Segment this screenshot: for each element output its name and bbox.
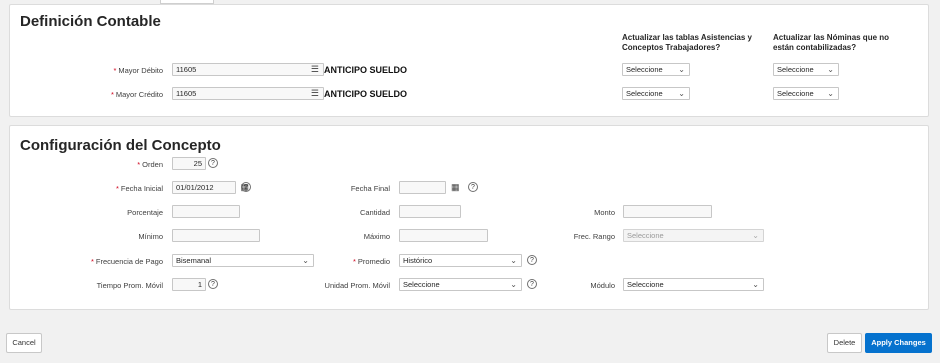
tiempo-prom-movil-label: Tiempo Prom. Móvil (96, 281, 163, 290)
frecuencia-pago-label-text: Frecuencia de Pago (95, 257, 163, 266)
asistencias-heading: Actualizar las tablas Asistencias y Conc… (622, 33, 752, 52)
orden-input[interactable]: 25 (172, 157, 206, 170)
contable-title: Definición Contable (20, 13, 161, 30)
list-icon[interactable]: ☰ (311, 88, 319, 99)
mayor-credito-input[interactable]: 11605 ☰ (172, 87, 324, 100)
mayor-credito-label: * Mayor Crédito (90, 90, 163, 99)
chevron-down-icon: ⌄ (510, 256, 517, 265)
list-icon[interactable]: ☰ (311, 64, 319, 75)
calendar-icon[interactable]: ▦ (451, 182, 460, 193)
frec-rango-label: Frec. Rango (573, 232, 615, 241)
modulo-label: Módulo (590, 281, 615, 290)
chevron-down-icon: ⌄ (827, 89, 834, 98)
help-icon[interactable]: ? (241, 182, 251, 192)
frec-rango-select[interactable]: Seleccione ⌄ (623, 229, 764, 242)
maximo-input[interactable] (399, 229, 488, 242)
nominas-select-debito[interactable]: Seleccione ⌄ (773, 63, 839, 76)
delete-button[interactable]: Delete (827, 333, 862, 353)
promedio-select[interactable]: Histórico ⌄ (399, 254, 522, 267)
tiempo-prom-movil-value: 1 (197, 280, 202, 289)
modulo-value: Seleccione (627, 280, 664, 289)
frecuencia-pago-label: * Frecuencia de Pago (70, 257, 163, 266)
tiempo-prom-movil-input[interactable]: 1 (172, 278, 206, 291)
mayor-debito-label-text: Mayor Débito (118, 66, 163, 75)
cantidad-label: Cantidad (359, 208, 390, 217)
chevron-down-icon: ⌄ (752, 231, 759, 240)
monto-input[interactable] (623, 205, 712, 218)
chevron-down-icon: ⌄ (678, 65, 685, 74)
fecha-final-input[interactable] (399, 181, 446, 194)
apply-changes-button[interactable]: Apply Changes (865, 333, 932, 353)
required-asterisk: * (113, 66, 117, 75)
frecuencia-pago-select[interactable]: Bisemanal ⌄ (172, 254, 314, 267)
modulo-select[interactable]: Seleccione ⌄ (623, 278, 764, 291)
minimo-label: Mínimo (138, 232, 163, 241)
porcentaje-input[interactable] (172, 205, 240, 218)
chevron-down-icon: ⌄ (678, 89, 685, 98)
fecha-final-label: Fecha Final (350, 184, 390, 193)
porcentaje-label: Porcentaje (127, 208, 163, 217)
required-asterisk: * (110, 90, 114, 99)
unidad-prom-movil-label: Unidad Prom. Móvil (324, 281, 390, 290)
mayor-credito-desc: ANTICIPO SUELDO (324, 89, 408, 99)
asistencias-select-debito-value: Seleccione (626, 65, 663, 74)
required-asterisk: * (352, 257, 356, 266)
fecha-inicial-label-text: Fecha Inicial (120, 184, 163, 193)
frec-rango-value: Seleccione (627, 231, 664, 240)
nominas-heading: Actualizar las Nóminas que no están cont… (773, 33, 890, 52)
nominas-select-credito-value: Seleccione (777, 89, 814, 98)
mayor-debito-value: 11605 (176, 65, 197, 74)
required-asterisk: * (115, 184, 119, 193)
asistencias-select-credito[interactable]: Seleccione ⌄ (622, 87, 690, 100)
chevron-down-icon: ⌄ (510, 280, 517, 289)
minimo-input[interactable] (172, 229, 260, 242)
required-asterisk: * (90, 257, 94, 266)
mayor-credito-label-text: Mayor Crédito (115, 90, 163, 99)
mayor-debito-input[interactable]: 11605 ☰ (172, 63, 324, 76)
mayor-debito-label: * Mayor Débito (90, 66, 163, 75)
help-icon[interactable]: ? (527, 255, 537, 265)
chevron-down-icon: ⌄ (827, 65, 834, 74)
fecha-inicial-value: 01/01/2012 (176, 183, 214, 192)
help-icon[interactable]: ? (468, 182, 478, 192)
chevron-down-icon: ⌄ (302, 256, 309, 265)
concepto-title: Configuración del Concepto (20, 137, 221, 154)
chevron-down-icon: ⌄ (752, 280, 759, 289)
cantidad-input[interactable] (399, 205, 461, 218)
asistencias-select-debito[interactable]: Seleccione ⌄ (622, 63, 690, 76)
promedio-value: Histórico (403, 256, 433, 265)
mayor-credito-value: 11605 (176, 89, 197, 98)
help-icon[interactable]: ? (208, 158, 218, 168)
fecha-inicial-input[interactable]: 01/01/2012 ▦ (172, 181, 249, 194)
orden-label-text: Orden (142, 160, 163, 169)
required-asterisk: * (137, 160, 141, 169)
cancel-button[interactable]: Cancel (6, 333, 42, 353)
concepto-panel: Configuración del Concepto * Orden 25 ? *… (9, 125, 929, 310)
nominas-select-debito-value: Seleccione (777, 65, 814, 74)
help-icon[interactable]: ? (208, 279, 218, 289)
asistencias-select-credito-value: Seleccione (626, 89, 663, 98)
fecha-inicial-label: * Fecha Inicial (90, 184, 163, 193)
promedio-label-text: Promedio (357, 257, 390, 266)
promedio-label: * Promedio (310, 257, 390, 266)
nominas-select-credito[interactable]: Seleccione ⌄ (773, 87, 839, 100)
orden-label: * Orden (100, 160, 163, 169)
frecuencia-pago-value: Bisemanal (176, 256, 212, 265)
unidad-prom-movil-value: Seleccione (403, 280, 440, 289)
monto-label: Monto (594, 208, 615, 217)
orden-value: 25 (193, 159, 202, 168)
mayor-debito-desc: ANTICIPO SUELDO (324, 65, 408, 75)
contable-panel: Definición Contable Actualizar las tabla… (9, 4, 929, 117)
maximo-label: Máximo (363, 232, 390, 241)
unidad-prom-movil-select[interactable]: Seleccione ⌄ (399, 278, 522, 291)
